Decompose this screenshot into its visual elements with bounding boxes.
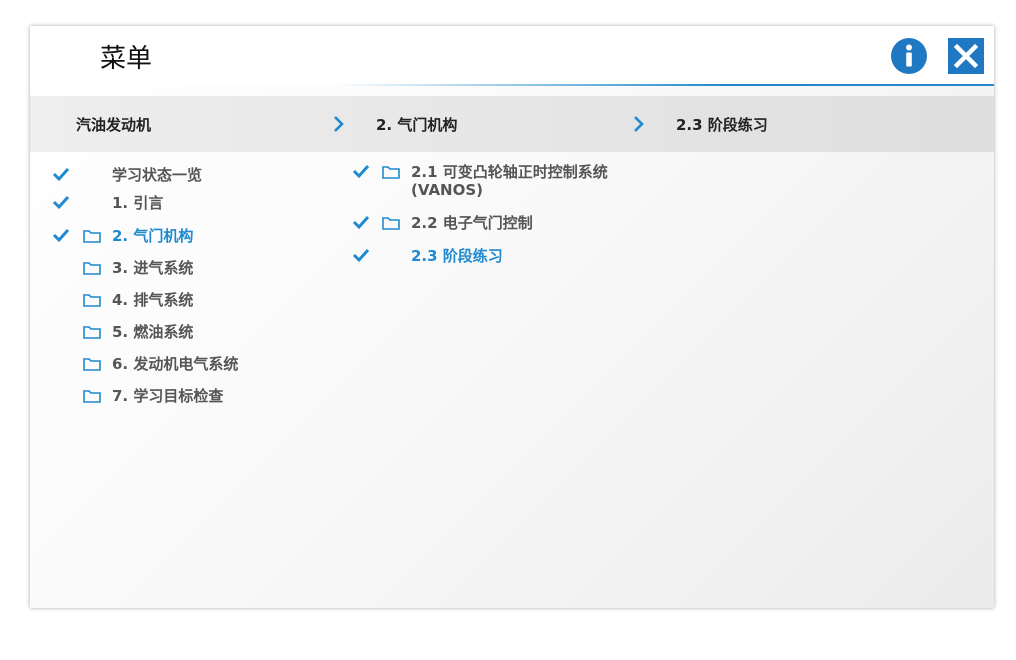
menu-item-label: 6. 发动机电气系统 [112, 355, 239, 373]
submenu-item-label-line2: (VANOS) [411, 181, 484, 199]
info-button[interactable] [891, 38, 927, 74]
check-icon [352, 215, 370, 230]
check-icon [52, 195, 70, 210]
check-icon [352, 248, 370, 263]
menu-dialog: 菜单 汽油发动机 2. 气门机构 2.3 阶段练习 学习状态一览 1. 引言 2… [30, 26, 994, 608]
chevron-right-icon [634, 116, 644, 132]
menu-item-label: 7. 学习目标检查 [112, 387, 224, 405]
header-divider [330, 84, 994, 86]
menu-item-label: 5. 燃油系统 [112, 323, 194, 341]
menu-item-fuel-system[interactable]: 5. 燃油系统 [50, 321, 350, 345]
menu-item-introduction[interactable]: 1. 引言 [50, 192, 350, 216]
page-title: 菜单 [100, 44, 153, 74]
folder-icon [83, 358, 101, 371]
menu-item-engine-electrical[interactable]: 6. 发动机电气系统 [50, 353, 350, 377]
check-icon [52, 228, 70, 243]
submenu-item-label: 2.2 电子气门控制 [411, 214, 533, 232]
check-icon [52, 167, 70, 182]
breadcrumb-item-engine[interactable]: 汽油发动机 [76, 114, 151, 135]
chevron-right-icon [334, 116, 344, 132]
check-icon [352, 164, 370, 179]
menu-item-label: 学习状态一览 [112, 166, 203, 184]
menu-item-intake-system[interactable]: 3. 进气系统 [50, 257, 350, 281]
folder-icon [83, 326, 101, 339]
menu-item-label: 4. 排气系统 [112, 291, 194, 309]
folder-icon [83, 294, 101, 307]
menu-item-label: 3. 进气系统 [112, 259, 194, 277]
menu-item-label: 1. 引言 [112, 194, 164, 212]
dialog-header: 菜单 [30, 26, 994, 86]
close-button[interactable] [948, 38, 984, 74]
menu-item-status-overview[interactable]: 学习状态一览 [50, 164, 350, 188]
submenu-item-label: 2.3 阶段练习 [411, 247, 503, 265]
folder-icon [83, 390, 101, 403]
info-icon [906, 44, 912, 67]
folder-icon [83, 262, 101, 275]
breadcrumb-item-exercise[interactable]: 2.3 阶段练习 [676, 114, 768, 135]
folder-icon [83, 230, 101, 243]
breadcrumb-item-valvetrain[interactable]: 2. 气门机构 [376, 114, 457, 135]
breadcrumb: 汽油发动机 2. 气门机构 2.3 阶段练习 [30, 96, 994, 152]
folder-icon [382, 217, 400, 230]
menu-item-label: 2. 气门机构 [112, 227, 194, 245]
submenu-item-vanos[interactable]: 2.1 可变凸轮轴正时控制系统 (VANOS) [350, 160, 650, 204]
folder-icon [382, 166, 400, 179]
menu-item-exhaust-system[interactable]: 4. 排气系统 [50, 289, 350, 313]
submenu-item-electronic-valve-control[interactable]: 2.2 电子气门控制 [350, 211, 650, 235]
menu-item-learning-objectives[interactable]: 7. 学习目标检查 [50, 385, 350, 409]
submenu-item-label: 2.1 可变凸轮轴正时控制系统 [411, 163, 608, 181]
menu-item-valvetrain[interactable]: 2. 气门机构 [50, 225, 350, 249]
submenu-item-stage-exercise[interactable]: 2.3 阶段练习 [350, 244, 650, 268]
close-icon [953, 43, 979, 69]
